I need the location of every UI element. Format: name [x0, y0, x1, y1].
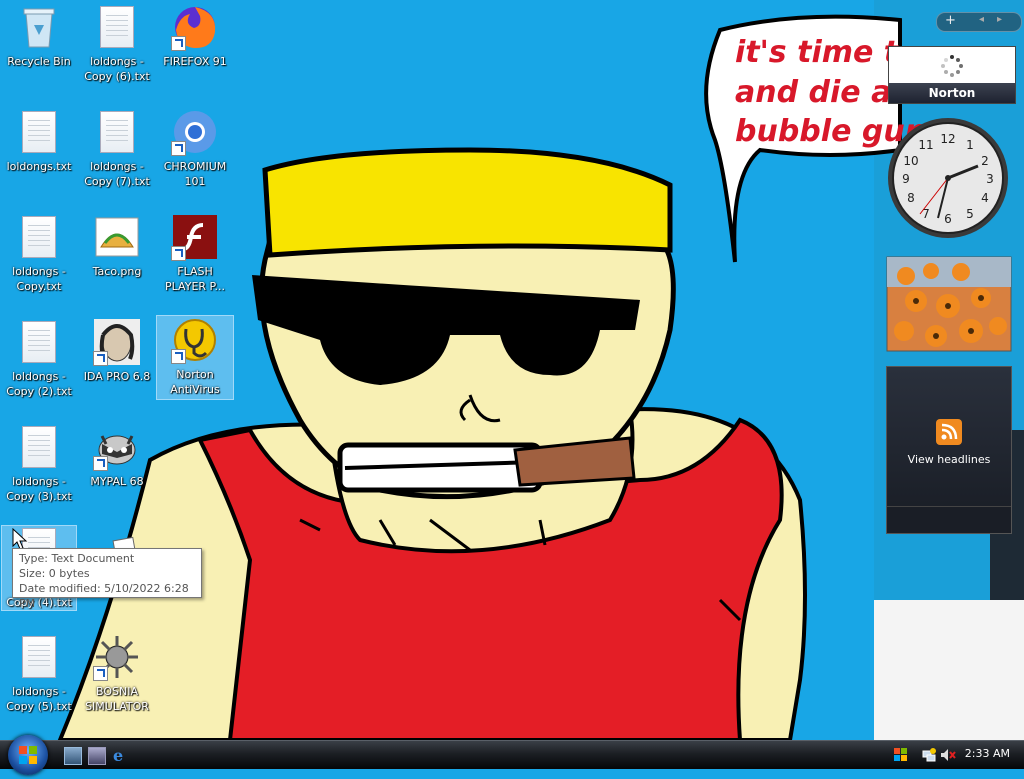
shortcut-arrow-icon — [171, 349, 186, 364]
norton-label: Norton — [889, 83, 1015, 103]
svg-text:5: 5 — [966, 207, 974, 221]
icon-label: loldongs - Copy (2).txt — [6, 370, 72, 398]
svg-text:6: 6 — [944, 212, 952, 226]
desktop-icon-loldongs-copy-5[interactable]: loldongs - Copy (5).txt — [3, 633, 75, 714]
windows-logo-icon — [19, 746, 37, 764]
mypal-raccoon-icon — [93, 423, 141, 471]
desktop-icon-loldongs-copy-2[interactable]: loldongs - Copy (2).txt — [3, 318, 75, 399]
svg-text:11: 11 — [918, 138, 933, 152]
sidebar-controls: + ◂ ▸ — [936, 12, 1022, 32]
tooltip-modified: Date modified: 5/10/2022 6:28 PM — [19, 582, 189, 610]
icon-label: loldongs.txt — [6, 160, 72, 173]
file-tooltip: Type: Text Document Size: 0 bytes Date m… — [12, 548, 202, 610]
windows-sidebar: + ◂ ▸ Norton 12 1 2 3 4 5 6 7 8 9 10 11 — [874, 8, 1024, 598]
prev-page-icon[interactable]: ◂ — [979, 14, 984, 25]
desktop-icon-firefox[interactable]: FIREFOX 91 — [159, 3, 231, 69]
svg-text:9: 9 — [902, 172, 910, 186]
text-file-icon — [93, 3, 141, 51]
tooltip-size: Size: 0 bytes — [19, 567, 90, 580]
show-desktop-icon[interactable] — [64, 747, 82, 765]
spiked-ball-icon — [93, 633, 141, 681]
chromium-icon — [171, 108, 219, 156]
ida-pro-icon — [93, 318, 141, 366]
windows-security-icon[interactable] — [894, 747, 908, 761]
slideshow-gadget[interactable] — [886, 256, 1012, 352]
desktop-icon-ida-pro[interactable]: IDA PRO 6.8 — [81, 318, 153, 384]
desktop-icon-mypal[interactable]: MYPAL 68 — [81, 423, 153, 489]
desktop-icon-loldongs-copy-7[interactable]: loldongs - Copy (7).txt — [81, 108, 153, 189]
desktop-icon-flash-player[interactable]: FLASH PLAYER P... — [159, 213, 231, 294]
start-button[interactable] — [8, 735, 48, 775]
norton-antivirus-icon — [171, 316, 219, 364]
internet-explorer-icon[interactable]: e — [112, 746, 128, 765]
firefox-icon — [171, 3, 219, 51]
volume-muted-icon[interactable] — [940, 747, 956, 761]
flash-player-icon — [171, 213, 219, 261]
tooltip-type: Type: Text Document — [19, 552, 135, 565]
icon-label: loldongs - Copy (6).txt — [84, 55, 150, 83]
icon-label: FIREFOX 91 — [163, 55, 227, 68]
svg-text:3: 3 — [986, 172, 994, 186]
desktop-icon-loldongs-copy-3[interactable]: loldongs - Copy (3).txt — [3, 423, 75, 504]
svg-text:10: 10 — [903, 154, 918, 168]
text-file-icon — [15, 423, 63, 471]
text-file-icon — [93, 108, 141, 156]
desktop-icon-norton-antivirus[interactable]: Norton AntiVirus — [156, 315, 234, 400]
svg-text:12: 12 — [940, 132, 955, 146]
taco-image-icon — [93, 213, 141, 261]
shortcut-arrow-icon — [171, 141, 186, 156]
svg-text:e: e — [113, 747, 123, 763]
shortcut-arrow-icon — [93, 456, 108, 471]
switch-windows-icon[interactable] — [88, 747, 106, 765]
icon-label: IDA PRO 6.8 — [83, 370, 151, 383]
icon-label: MYPAL 68 — [90, 475, 144, 488]
desktop-icon-loldongs-copy[interactable]: loldongs - Copy.txt — [3, 213, 75, 294]
desktop-icon-chromium[interactable]: CHROMIUM 101 — [159, 108, 231, 189]
shortcut-arrow-icon — [93, 351, 108, 366]
icon-label: Taco.png — [92, 265, 142, 278]
desktop-icon-loldongs-copy-6[interactable]: loldongs - Copy (6).txt — [81, 3, 153, 84]
desktop-icon-recycle-bin[interactable]: Recycle Bin — [3, 3, 75, 69]
mouse-cursor-icon — [12, 528, 28, 550]
loading-spinner-icon — [941, 55, 963, 77]
icon-label: loldongs - Copy (7).txt — [84, 160, 150, 188]
feed-footer — [887, 506, 1011, 533]
text-file-icon — [15, 318, 63, 366]
text-file-icon — [15, 108, 63, 156]
desktop-icon-bosnia-simulator[interactable]: BOSNIA SIMULATOR — [81, 633, 153, 714]
recycle-bin-icon — [15, 3, 63, 51]
text-file-icon — [15, 633, 63, 681]
icon-label: Recycle Bin — [7, 55, 71, 68]
icon-label: BOSNIA SIMULATOR — [85, 685, 149, 713]
icon-label: CHROMIUM 101 — [163, 160, 227, 188]
icon-label: FLASH PLAYER P... — [165, 265, 225, 293]
network-icon[interactable] — [922, 747, 936, 762]
svg-text:2: 2 — [981, 154, 989, 168]
svg-text:8: 8 — [907, 191, 915, 205]
shortcut-arrow-icon — [93, 666, 108, 681]
taskbar-clock[interactable]: 2:33 AM — [965, 747, 1010, 760]
shortcut-arrow-icon — [171, 36, 186, 51]
clock-gadget[interactable]: 12 1 2 3 4 5 6 7 8 9 10 11 — [886, 114, 1012, 242]
svg-text:1: 1 — [966, 138, 974, 152]
norton-gadget[interactable]: Norton — [888, 46, 1016, 104]
icon-label: loldongs - Copy.txt — [12, 265, 66, 293]
view-headlines-link[interactable]: View headlines — [887, 453, 1011, 466]
icon-label: loldongs - Copy (5).txt — [6, 685, 72, 713]
add-gadget-icon[interactable]: + — [945, 13, 956, 28]
next-page-icon[interactable]: ▸ — [997, 14, 1002, 25]
text-file-icon — [15, 213, 63, 261]
desktop-icon-loldongs[interactable]: loldongs.txt — [3, 108, 75, 174]
desktop-icon-taco[interactable]: Taco.png — [81, 213, 153, 279]
shortcut-arrow-icon — [171, 246, 186, 261]
svg-text:4: 4 — [981, 191, 989, 205]
icon-label: loldongs - Copy (3).txt — [6, 475, 72, 503]
icon-label: Norton AntiVirus — [170, 368, 220, 396]
rss-feed-icon — [936, 419, 962, 445]
taskbar: e 2:33 AM — [0, 735, 1024, 775]
feed-headlines-gadget[interactable]: View headlines — [886, 366, 1012, 534]
